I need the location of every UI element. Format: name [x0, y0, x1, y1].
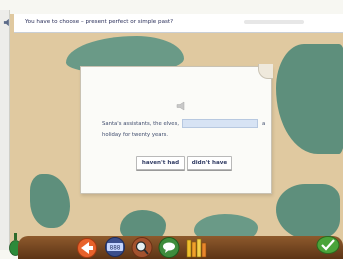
- page-curl: [258, 64, 273, 79]
- choice-button-didnt-have[interactable]: didn't have: [187, 156, 232, 170]
- timer-display-icon[interactable]: 888: [103, 237, 127, 257]
- svg-text:888: 888: [110, 245, 121, 252]
- choice-button-havent-had[interactable]: haven't had: [136, 156, 185, 170]
- map-region: [276, 184, 340, 240]
- magnifier-icon[interactable]: [131, 237, 153, 258]
- chat-bubble-icon[interactable]: [157, 237, 181, 258]
- map-region: [276, 44, 343, 154]
- game-screen: You have to choose – present perfect or …: [0, 0, 343, 259]
- arrow-icon[interactable]: [76, 238, 98, 258]
- scroll-thumb[interactable]: [244, 20, 304, 24]
- question-card: Santa's assistants, the elves, a holiday…: [80, 64, 273, 194]
- instruction-bar: You have to choose – present perfect or …: [14, 14, 343, 33]
- audio-speaker-icon[interactable]: [176, 101, 188, 111]
- question-text-after: a: [262, 121, 266, 127]
- bookshelf-icon[interactable]: [186, 238, 210, 258]
- answer-drop-slot[interactable]: [182, 119, 258, 128]
- question-text-before: Santa's assistants, the elves,: [102, 121, 180, 127]
- bottom-toolbar: 888: [18, 236, 343, 259]
- left-rail: [0, 10, 10, 250]
- check-icon[interactable]: [316, 234, 340, 254]
- instruction-text: You have to choose – present perfect or …: [25, 19, 174, 25]
- map-region: [30, 174, 70, 228]
- question-text-line2: holiday for twenty years.: [102, 132, 169, 138]
- speaker-icon[interactable]: [3, 18, 12, 27]
